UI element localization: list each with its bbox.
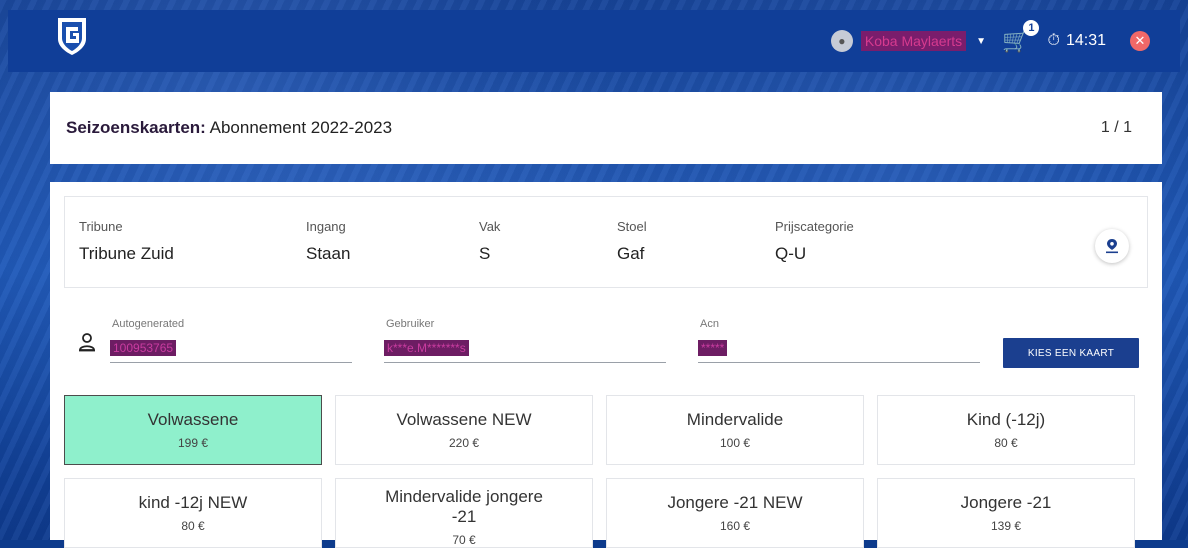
pager: 1 / 1 [1100, 119, 1132, 136]
price-card-mindervalide-jongere[interactable]: Mindervalide jongere -21 70 € [335, 478, 593, 548]
title-card: Seizoenskaarten: Abonnement 2022-2023 1 … [50, 92, 1162, 164]
info-prijscategorie: Prijscategorie Q-U [775, 219, 854, 264]
seat-info-box: Tribune Tribune Zuid Ingang Staan Vak S … [64, 196, 1148, 288]
field-value-line: k***e.M*******s [384, 340, 666, 363]
cart-count-badge: 1 [1023, 20, 1040, 36]
price-name: Volwassene NEW [396, 410, 532, 429]
price-name: Jongere -21 [960, 493, 1052, 512]
price-card-volwassene[interactable]: Volwassene 199 € [64, 395, 322, 465]
price-card-jongere[interactable]: Jongere -21 139 € [877, 478, 1135, 548]
price-name: Mindervalide jongere -21 [385, 487, 543, 526]
session-timer: ⏱ 14:31 [1047, 32, 1106, 50]
timer-value: 14:31 [1065, 32, 1106, 49]
location-pin-button[interactable] [1095, 229, 1129, 263]
info-value: Staan [306, 244, 351, 263]
autogenerated-field[interactable]: Autogenerated 100953765 [110, 318, 352, 363]
price-value: 70 € [452, 533, 476, 547]
field-value: 100953765 [110, 340, 177, 356]
info-value: S [479, 244, 491, 263]
price-name: Kind (-12j) [966, 410, 1046, 429]
genk-logo[interactable] [54, 15, 90, 57]
info-value: Tribune Zuid [79, 244, 174, 263]
stopwatch-icon: ⏱ [1047, 32, 1060, 49]
price-card-kind-new[interactable]: kind -12j NEW 80 € [64, 478, 322, 548]
info-tribune: Tribune Tribune Zuid [79, 219, 174, 264]
info-value: Gaf [617, 244, 645, 263]
price-value: 139 € [990, 519, 1022, 533]
field-label: Gebruiker [386, 318, 435, 330]
info-value: Q-U [775, 244, 807, 263]
location-pin-icon [1106, 239, 1118, 254]
main-card: Tribune Tribune Zuid Ingang Staan Vak S … [50, 182, 1162, 548]
page-title: Seizoenskaarten: Abonnement 2022-2023 [66, 118, 392, 138]
info-label: Tribune [79, 219, 123, 234]
user-name[interactable]: Koba Maylaerts [860, 31, 967, 51]
info-label: Stoel [617, 219, 647, 234]
page-title-label: Seizoenskaarten: [66, 118, 206, 137]
info-stoel: Stoel Gaf [617, 219, 647, 264]
field-value: k***e.M*******s [384, 340, 469, 356]
price-value: 80 € [994, 436, 1018, 450]
price-name: kind -12j NEW [138, 493, 248, 512]
price-card-volwassene-new[interactable]: Volwassene NEW 220 € [335, 395, 593, 465]
price-name: Mindervalide [686, 410, 784, 429]
cart-icon[interactable]: 🛒 1 [1002, 20, 1040, 54]
price-value: 160 € [719, 519, 751, 533]
person-icon [79, 333, 95, 352]
price-card-kind[interactable]: Kind (-12j) 80 € [877, 395, 1135, 465]
close-icon[interactable]: ✕ [1130, 31, 1150, 51]
info-label: Vak [479, 219, 501, 234]
price-name: Jongere -21 NEW [667, 493, 803, 512]
price-card-mindervalide[interactable]: Mindervalide 100 € [606, 395, 864, 465]
field-label: Acn [700, 318, 719, 330]
user-icon[interactable]: ● [830, 30, 853, 52]
field-label: Autogenerated [112, 318, 185, 330]
acn-field[interactable]: Acn ***** [698, 318, 980, 363]
info-vak: Vak S [479, 219, 500, 264]
kies-een-kaart-button[interactable]: KIES EEN KAART [1003, 338, 1139, 368]
field-value-line: ***** [698, 340, 980, 363]
price-value: 80 € [181, 519, 205, 533]
page-title-value: Abonnement 2022-2023 [209, 118, 393, 137]
price-value: 220 € [448, 436, 480, 450]
price-card-jongere-new[interactable]: Jongere -21 NEW 160 € [606, 478, 864, 548]
info-ingang: Ingang Staan [306, 219, 350, 264]
field-value-line: 100953765 [110, 340, 352, 363]
gebruiker-field[interactable]: Gebruiker k***e.M*******s [384, 318, 666, 363]
caret-down-icon[interactable]: ▼ [976, 36, 986, 47]
user-area: ● Koba Maylaerts ▼ 🛒 1 ⏱ 14:31 ✕ [830, 20, 1150, 58]
field-value: ***** [698, 340, 728, 356]
price-name: Volwassene [147, 410, 239, 429]
info-label: Prijscategorie [775, 219, 854, 234]
price-value: 199 € [177, 436, 209, 450]
price-value: 100 € [719, 436, 751, 450]
top-bar: ● Koba Maylaerts ▼ 🛒 1 ⏱ 14:31 ✕ [8, 10, 1180, 72]
info-label: Ingang [306, 219, 346, 234]
